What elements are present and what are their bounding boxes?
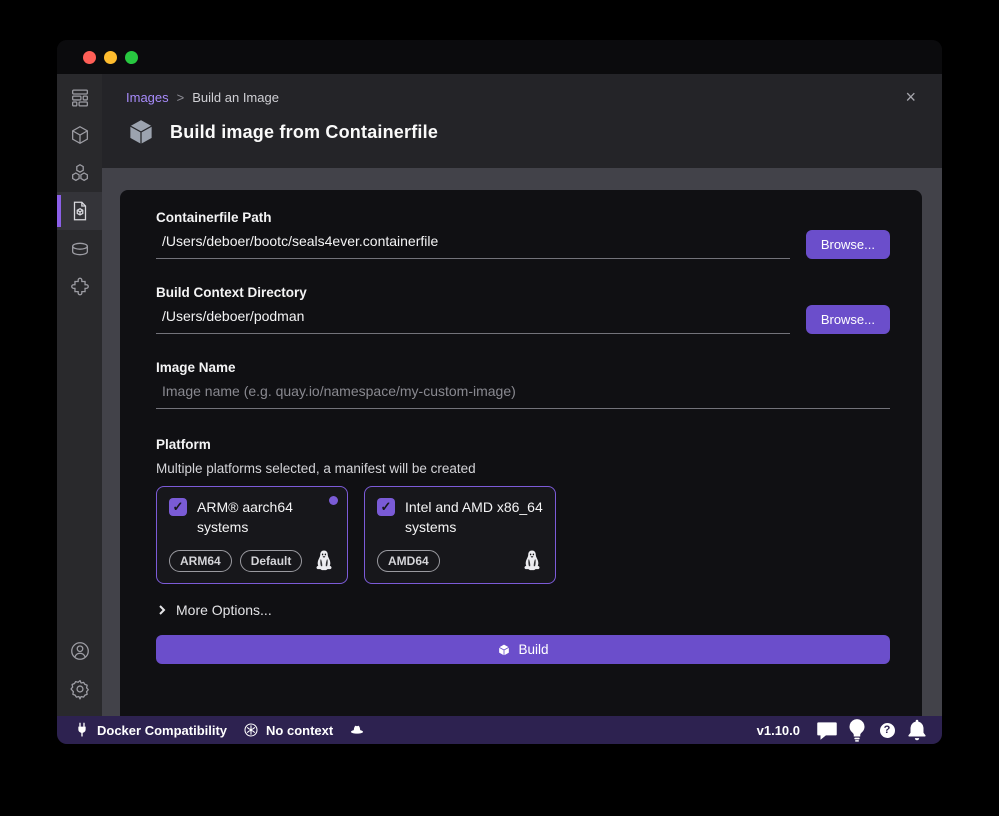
settings-icon — [69, 678, 91, 700]
kubernetes-context-status[interactable]: No context — [238, 716, 338, 744]
build-form-panel: Containerfile Path Browse... Build Conte… — [120, 190, 922, 716]
platform-badge: AMD64 — [377, 550, 440, 572]
breadcrumb-current: Build an Image — [192, 90, 279, 105]
minimize-window-button[interactable] — [104, 51, 117, 64]
image-name-label: Image Name — [156, 360, 890, 375]
feedback-button[interactable] — [814, 717, 840, 743]
containers-icon — [69, 124, 91, 146]
sidebar-item-pods[interactable] — [57, 154, 102, 192]
platform-badge: ARM64 — [169, 550, 232, 572]
docker-compatibility-label: Docker Compatibility — [97, 723, 227, 738]
version-label: v1.10.0 — [757, 723, 800, 738]
platform-card-amd64[interactable]: ✓ Intel and AMD x86_64 systems AMD64 — [364, 486, 556, 584]
zoom-window-button[interactable] — [125, 51, 138, 64]
sidebar — [57, 74, 102, 716]
breadcrumb-images-link[interactable]: Images — [126, 90, 169, 105]
platform-arm64-checkbox[interactable]: ✓ — [169, 498, 187, 516]
extensions-icon — [69, 276, 91, 298]
dashboard-icon — [69, 86, 91, 108]
sidebar-item-volumes[interactable] — [57, 230, 102, 268]
pods-icon — [69, 162, 91, 184]
sidebar-item-settings[interactable] — [57, 670, 102, 708]
question-mark-icon: ? — [880, 723, 895, 738]
containerfile-path-input[interactable] — [156, 225, 790, 259]
podman-desktop-window: Images > Build an Image × Build image fr… — [57, 40, 942, 744]
platform-card-title: ARM® aarch64 systems — [197, 497, 335, 537]
build-context-input[interactable] — [156, 300, 790, 334]
sidebar-item-dashboard[interactable] — [57, 78, 102, 116]
help-button[interactable]: ? — [874, 723, 900, 738]
default-platform-dot — [329, 496, 338, 505]
more-options-label: More Options... — [176, 602, 272, 618]
kube-context-label: No context — [266, 723, 333, 738]
more-options-toggle[interactable]: More Options... — [156, 602, 890, 618]
chevron-right-icon — [156, 604, 168, 616]
linux-tux-icon — [313, 549, 335, 573]
platform-note: Multiple platforms selected, a manifest … — [156, 461, 890, 476]
platform-card-title: Intel and AMD x86_64 systems — [405, 497, 543, 537]
title-bar — [57, 40, 942, 74]
build-button-label: Build — [518, 642, 548, 657]
lightbulb-icon — [844, 717, 870, 743]
status-bar: Docker Compatibility No context v1.10.0 — [57, 716, 942, 744]
sidebar-item-account[interactable] — [57, 632, 102, 670]
podman-hat-status[interactable] — [344, 716, 370, 744]
checkmark-icon: ✓ — [381, 499, 392, 515]
platform-amd64-checkbox[interactable]: ✓ — [377, 498, 395, 516]
breadcrumb-separator: > — [177, 90, 185, 105]
sidebar-item-images[interactable] — [57, 192, 102, 230]
content-area: Containerfile Path Browse... Build Conte… — [102, 168, 942, 716]
image-name-input[interactable] — [156, 375, 890, 409]
build-button[interactable]: Build — [156, 635, 890, 664]
sidebar-item-extensions[interactable] — [57, 268, 102, 306]
cube-icon — [497, 643, 511, 657]
page-title: Build image from Containerfile — [170, 122, 438, 143]
close-window-button[interactable] — [83, 51, 96, 64]
notifications-button[interactable] — [904, 717, 930, 743]
plug-icon — [74, 722, 90, 738]
tasks-button[interactable] — [844, 717, 870, 743]
volumes-icon — [69, 238, 91, 260]
docker-compatibility-status[interactable]: Docker Compatibility — [69, 716, 232, 744]
platform-label: Platform — [156, 437, 890, 452]
platform-card-arm64[interactable]: ✓ ARM® aarch64 systems ARM64 Default — [156, 486, 348, 584]
build-context-label: Build Context Directory — [156, 285, 890, 300]
platform-badge: Default — [240, 550, 303, 572]
containerfile-path-label: Containerfile Path — [156, 210, 890, 225]
page-header: Images > Build an Image × Build image fr… — [102, 74, 942, 168]
close-page-button[interactable]: × — [905, 88, 916, 106]
hat-icon — [349, 722, 365, 738]
containerfile-browse-button[interactable]: Browse... — [806, 230, 890, 259]
cube-icon — [126, 117, 156, 147]
checkmark-icon: ✓ — [173, 499, 184, 515]
breadcrumb: Images > Build an Image — [126, 90, 918, 105]
images-icon — [69, 200, 91, 222]
account-icon — [69, 640, 91, 662]
sidebar-item-containers[interactable] — [57, 116, 102, 154]
chat-bubble-icon — [814, 717, 840, 743]
linux-tux-icon — [521, 549, 543, 573]
build-context-browse-button[interactable]: Browse... — [806, 305, 890, 334]
kubernetes-wheel-icon — [243, 722, 259, 738]
bell-icon — [904, 717, 930, 743]
